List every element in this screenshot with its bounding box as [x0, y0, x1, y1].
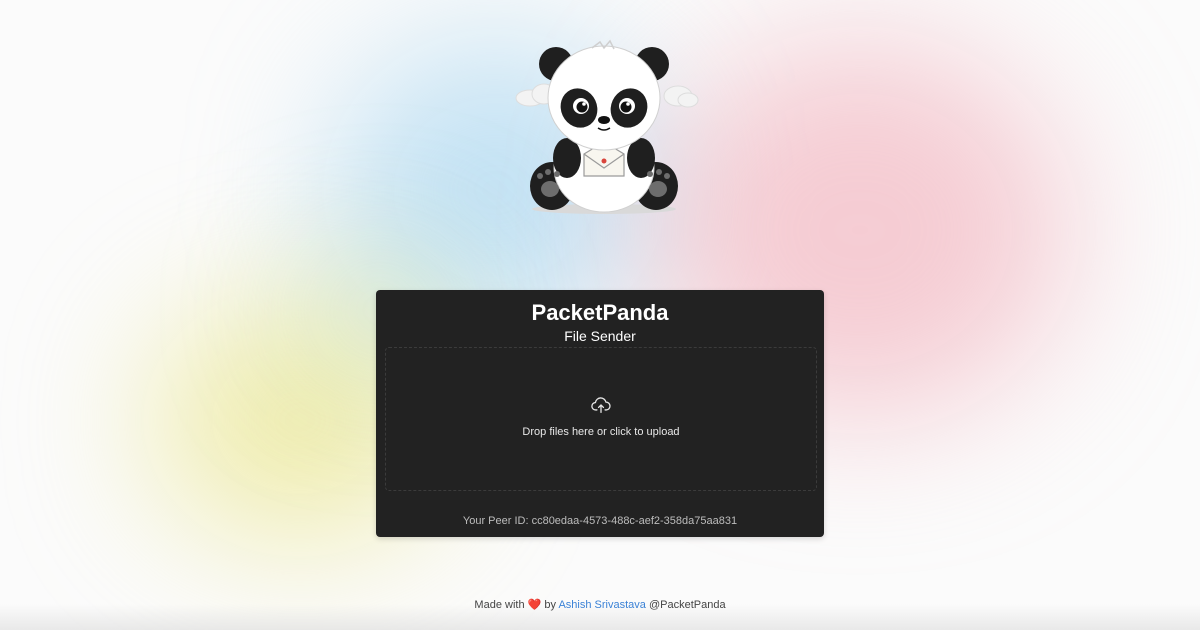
footer-made-with: Made with: [474, 599, 525, 611]
file-sender-card: PacketPanda File Sender Drop files here …: [376, 290, 824, 537]
app-title: PacketPanda: [531, 300, 669, 325]
peer-id-label: Your Peer ID: cc80edaa-4573-488c-aef2-35…: [462, 515, 738, 527]
footer-handle: @PacketPanda: [648, 599, 726, 611]
heart-icon: ❤️: [527, 599, 542, 611]
file-dropzone[interactable]: Drop files here or click to upload: [385, 347, 817, 491]
dropzone-label: Drop files here or click to upload: [522, 426, 680, 438]
footer: Made with ❤️ by Ashish Srivastava @Packe…: [0, 598, 1200, 611]
upload-cloud-icon: [591, 397, 611, 414]
app-subtitle: File Sender: [564, 328, 636, 344]
footer-by: by: [544, 599, 557, 611]
panda-mascot-icon: [515, 39, 699, 214]
author-link[interactable]: Ashish Srivastava: [558, 599, 645, 611]
